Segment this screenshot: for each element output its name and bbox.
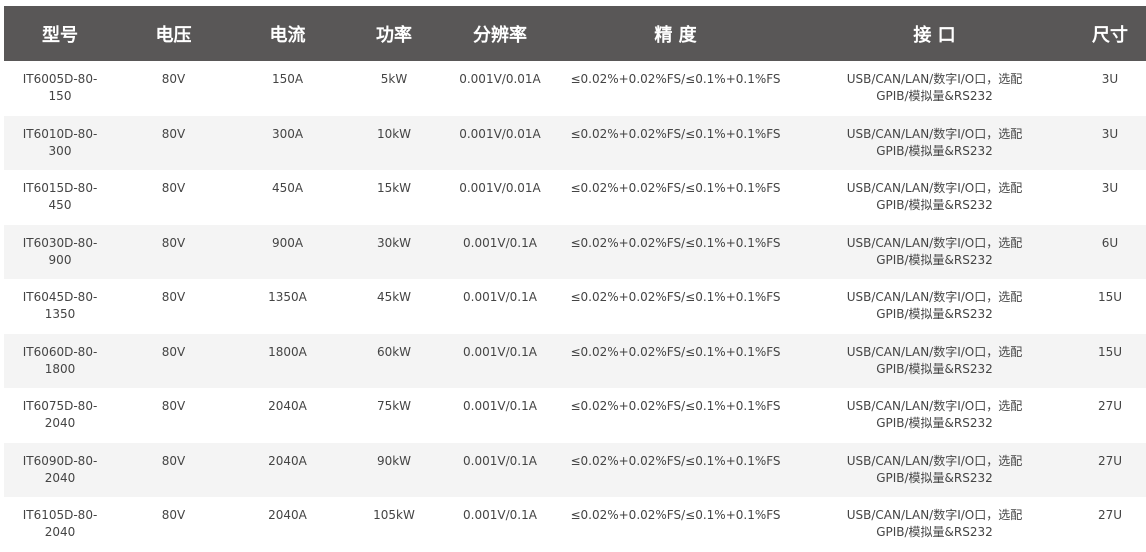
- resolution-cell: 0.001V/0.01A: [459, 181, 541, 195]
- accuracy-cell: ≤0.02%+0.02%FS/≤0.1%+0.1%FS: [570, 453, 781, 468]
- resolution-cell: 0.001V/0.1A: [463, 399, 537, 413]
- power-cell: 5kW: [380, 72, 408, 86]
- interface-cell: USB/CAN/LAN/数字I/O口，选配GPIB/模拟量&RS232: [846, 72, 1023, 103]
- table-row: IT6030D-80-900 80V 900A 30kW 0.001V/0.1A…: [4, 224, 1146, 279]
- resolution-cell: 0.001V/0.1A: [463, 344, 537, 359]
- table-row: IT6005D-80-150 80V 150A 5kW 0.001V/0.01A…: [4, 61, 1146, 116]
- interface-cell: USB/CAN/LAN/数字I/O口，选配GPIB/模拟量&RS232: [846, 344, 1023, 376]
- size-cell: 27U: [1097, 508, 1123, 522]
- power-cell: 90kW: [376, 453, 412, 468]
- model-cell: IT6005D-80-150: [22, 72, 98, 103]
- current-cell: 2040A: [268, 399, 307, 413]
- size-cell: 15U: [1097, 344, 1123, 359]
- header-current: 电流: [269, 24, 306, 46]
- voltage-cell: 80V: [161, 344, 186, 359]
- resolution-cell: 0.001V/0.1A: [463, 453, 537, 468]
- spec-table: 型号 电压 电流 功率 分辨率 精 度 接 口 尺寸 IT6005D-80-15…: [4, 6, 1146, 552]
- interface-cell: USB/CAN/LAN/数字I/O口，选配GPIB/模拟量&RS232: [846, 181, 1023, 212]
- size-cell: 3U: [1101, 72, 1119, 86]
- accuracy-cell: ≤0.02%+0.02%FS/≤0.1%+0.1%FS: [570, 290, 781, 304]
- table-row: IT6090D-80-2040 80V 2040A 90kW 0.001V/0.…: [4, 442, 1146, 497]
- resolution-cell: 0.001V/0.1A: [463, 290, 537, 304]
- voltage-cell: 80V: [161, 126, 186, 141]
- size-cell: 3U: [1101, 126, 1119, 141]
- header-voltage: 电压: [155, 24, 192, 46]
- voltage-cell: 80V: [161, 181, 186, 195]
- header-interface: 接 口: [913, 24, 956, 46]
- power-cell: 45kW: [376, 290, 412, 304]
- accuracy-cell: ≤0.02%+0.02%FS/≤0.1%+0.1%FS: [570, 508, 781, 522]
- size-cell: 6U: [1101, 235, 1119, 250]
- accuracy-cell: ≤0.02%+0.02%FS/≤0.1%+0.1%FS: [570, 344, 781, 359]
- table-row: IT6060D-80-1800 80V 1800A 60kW 0.001V/0.…: [4, 333, 1146, 388]
- table-row: IT6015D-80-450 80V 450A 15kW 0.001V/0.01…: [4, 170, 1146, 225]
- current-cell: 2040A: [268, 453, 307, 468]
- table-row: IT6045D-80-1350 80V 1350A 45kW 0.001V/0.…: [4, 279, 1146, 334]
- voltage-cell: 80V: [161, 290, 186, 304]
- resolution-cell: 0.001V/0.1A: [463, 235, 537, 250]
- current-cell: 450A: [271, 181, 304, 195]
- voltage-cell: 80V: [161, 72, 186, 86]
- resolution-cell: 0.001V/0.1A: [463, 508, 537, 522]
- table-row: IT6105D-80-2040 80V 2040A 105kW 0.001V/0…: [4, 497, 1146, 552]
- header-accuracy: 精 度: [654, 24, 697, 46]
- model-cell: IT6030D-80-900: [22, 235, 98, 267]
- size-cell: 3U: [1101, 181, 1119, 195]
- power-cell: 75kW: [376, 399, 412, 413]
- header-power: 功率: [376, 24, 412, 46]
- table-row: IT6075D-80-2040 80V 2040A 75kW 0.001V/0.…: [4, 388, 1146, 443]
- resolution-cell: 0.001V/0.01A: [459, 72, 541, 86]
- header-row: 型号 电压 电流 功率 分辨率 精 度 接 口 尺寸: [4, 6, 1146, 61]
- accuracy-cell: ≤0.02%+0.02%FS/≤0.1%+0.1%FS: [570, 72, 781, 86]
- interface-cell: USB/CAN/LAN/数字I/O口，选配GPIB/模拟量&RS232: [846, 235, 1023, 267]
- power-cell: 30kW: [376, 235, 412, 250]
- voltage-cell: 80V: [161, 453, 186, 468]
- current-cell: 2040A: [268, 508, 307, 522]
- interface-cell: USB/CAN/LAN/数字I/O口，选配GPIB/模拟量&RS232: [846, 508, 1023, 539]
- model-cell: IT6060D-80-1800: [22, 344, 98, 376]
- current-cell: 1350A: [268, 290, 307, 304]
- voltage-cell: 80V: [161, 508, 186, 522]
- header-model: 型号: [42, 24, 78, 46]
- table-header: 型号 电压 电流 功率 分辨率 精 度 接 口 尺寸: [4, 6, 1146, 61]
- power-cell: 10kW: [376, 126, 412, 141]
- model-cell: IT6090D-80-2040: [22, 453, 98, 485]
- model-cell: IT6010D-80-300: [22, 126, 98, 158]
- accuracy-cell: ≤0.02%+0.02%FS/≤0.1%+0.1%FS: [570, 399, 781, 413]
- power-cell: 60kW: [376, 344, 412, 359]
- power-cell: 15kW: [376, 181, 412, 195]
- interface-cell: USB/CAN/LAN/数字I/O口，选配GPIB/模拟量&RS232: [846, 290, 1023, 321]
- header-resolution: 分辨率: [473, 24, 527, 46]
- model-cell: IT6105D-80-2040: [22, 508, 98, 539]
- voltage-cell: 80V: [161, 235, 186, 250]
- current-cell: 1800A: [268, 344, 307, 359]
- current-cell: 150A: [271, 72, 304, 86]
- interface-cell: USB/CAN/LAN/数字I/O口，选配GPIB/模拟量&RS232: [846, 126, 1023, 158]
- model-cell: IT6015D-80-450: [22, 181, 98, 212]
- resolution-cell: 0.001V/0.01A: [459, 126, 541, 141]
- size-cell: 15U: [1097, 290, 1123, 304]
- interface-cell: USB/CAN/LAN/数字I/O口，选配GPIB/模拟量&RS232: [846, 399, 1023, 430]
- accuracy-cell: ≤0.02%+0.02%FS/≤0.1%+0.1%FS: [570, 126, 781, 141]
- table-row: IT6010D-80-300 80V 300A 10kW 0.001V/0.01…: [4, 115, 1146, 170]
- model-cell: IT6075D-80-2040: [22, 399, 98, 430]
- power-cell: 105kW: [373, 508, 415, 522]
- accuracy-cell: ≤0.02%+0.02%FS/≤0.1%+0.1%FS: [570, 235, 781, 250]
- interface-cell: USB/CAN/LAN/数字I/O口，选配GPIB/模拟量&RS232: [846, 453, 1023, 485]
- spec-table-container: 型号 电压 电流 功率 分辨率 精 度 接 口 尺寸 IT6005D-80-15…: [4, 6, 1146, 552]
- table-body: IT6005D-80-150 80V 150A 5kW 0.001V/0.01A…: [4, 61, 1146, 552]
- size-cell: 27U: [1097, 399, 1123, 413]
- size-cell: 27U: [1097, 453, 1123, 468]
- current-cell: 300A: [271, 126, 304, 141]
- current-cell: 900A: [271, 235, 304, 250]
- model-cell: IT6045D-80-1350: [22, 290, 98, 321]
- voltage-cell: 80V: [161, 399, 186, 413]
- header-size: 尺寸: [1092, 24, 1128, 46]
- accuracy-cell: ≤0.02%+0.02%FS/≤0.1%+0.1%FS: [570, 181, 781, 195]
